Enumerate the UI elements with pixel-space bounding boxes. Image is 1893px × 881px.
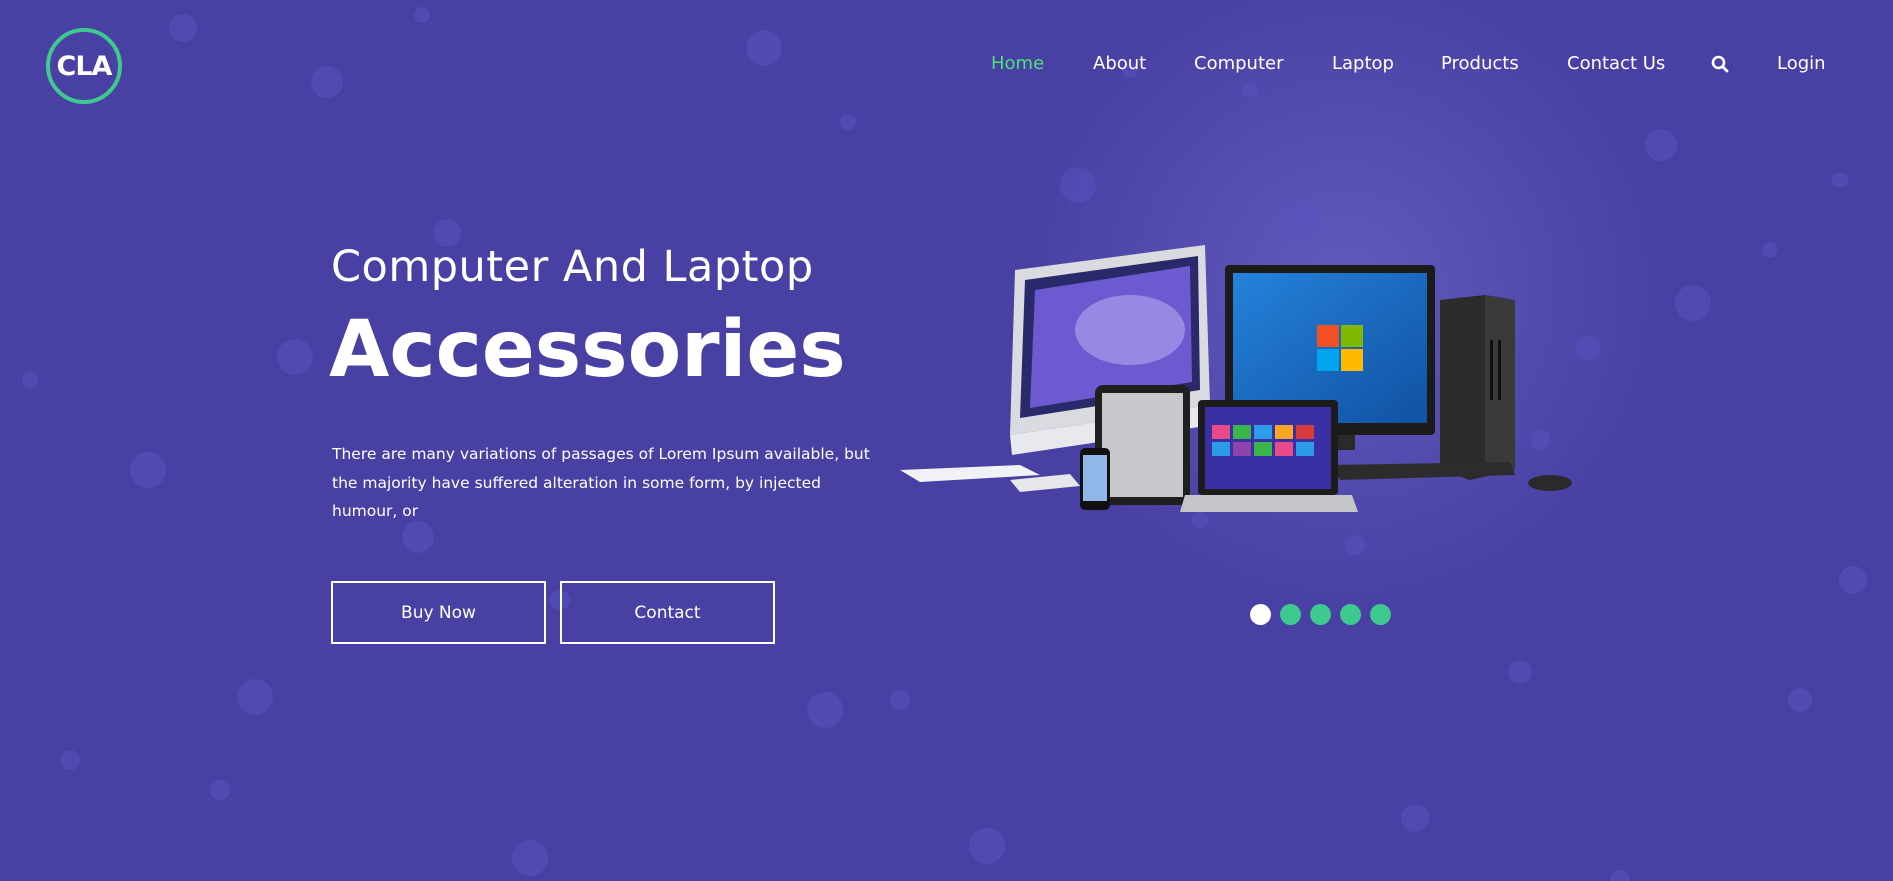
background-bubble [807, 692, 843, 728]
background-bubble [1242, 82, 1258, 98]
laptop-illustration [1180, 400, 1358, 512]
buy-now-button[interactable]: Buy Now [331, 581, 546, 644]
background-bubble [60, 750, 80, 770]
background-bubble [512, 840, 548, 876]
nav-item-computer[interactable]: Computer [1194, 53, 1283, 74]
background-bubble [210, 780, 230, 800]
background-bubble [130, 452, 166, 488]
carousel-dot[interactable] [1250, 604, 1271, 625]
login-link[interactable]: Login [1777, 53, 1826, 74]
background-bubble [277, 339, 313, 375]
pc-tower-illustration [1440, 295, 1515, 480]
background-bubble [22, 372, 38, 388]
background-bubble [890, 690, 910, 710]
search-icon[interactable] [1711, 55, 1729, 77]
background-bubble [1675, 285, 1711, 321]
carousel-dot[interactable] [1340, 604, 1361, 625]
background-bubble [414, 7, 430, 23]
hero-subtitle: Computer And Laptop [331, 242, 814, 292]
background-bubble [402, 521, 434, 553]
nav-item-about[interactable]: About [1093, 53, 1146, 74]
contact-button[interactable]: Contact [560, 581, 775, 644]
background-bubble [237, 679, 273, 715]
background-bubble [1645, 129, 1677, 161]
background-bubble [1832, 172, 1848, 188]
background-bubble [1345, 535, 1365, 555]
background-bubble [1401, 804, 1429, 832]
hero-description: There are many variations of passages of… [332, 445, 870, 520]
background-bubble [1839, 566, 1867, 594]
background-bubble [1508, 660, 1532, 684]
background-bubble [840, 114, 856, 130]
background-bubble [1788, 688, 1812, 712]
nav-item-home[interactable]: Home [991, 53, 1044, 74]
background-bubble [969, 828, 1005, 864]
nav-item-products[interactable]: Products [1441, 53, 1519, 74]
carousel-dot[interactable] [1310, 604, 1331, 625]
background-bubble [1060, 167, 1096, 203]
phone-illustration [1080, 448, 1110, 510]
background-bubble [1610, 870, 1630, 881]
nav-item-contact-us[interactable]: Contact Us [1567, 53, 1665, 74]
background-bubble [169, 14, 197, 42]
background-bubble [1762, 242, 1778, 258]
hero-title: Accessories [329, 305, 846, 395]
nav-item-laptop[interactable]: Laptop [1332, 53, 1394, 74]
carousel-dot[interactable] [1370, 604, 1391, 625]
carousel-dot[interactable] [1280, 604, 1301, 625]
main-nav: Home About Computer Laptop Products Cont… [0, 53, 1893, 79]
devices-image [900, 245, 1572, 512]
